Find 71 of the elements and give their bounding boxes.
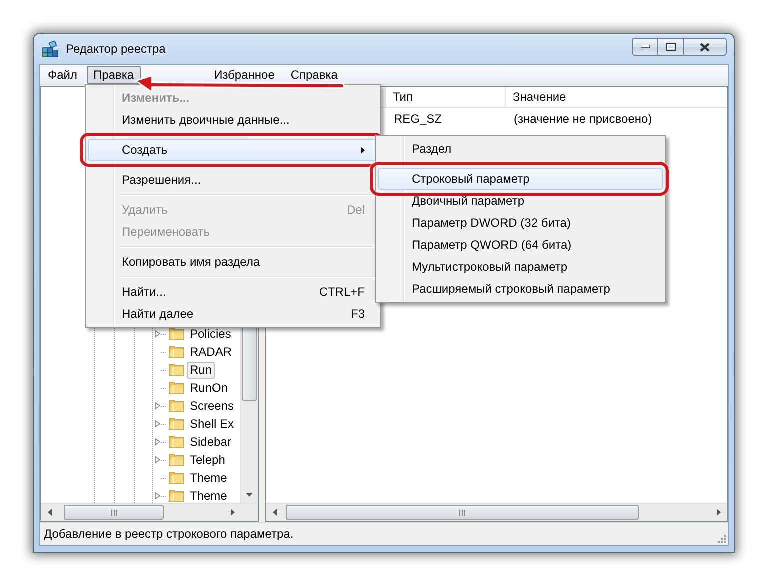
tree-item[interactable]: RunOn — [187, 380, 232, 396]
menu-item[interactable]: Изменить двоичные данные... — [88, 109, 378, 131]
expand-arrow-icon[interactable] — [155, 420, 160, 428]
folder-icon — [169, 346, 184, 358]
menu-bar-item[interactable]: Правка — [86, 66, 142, 84]
menu-item[interactable]: Копировать имя раздела — [88, 251, 378, 273]
tree-item[interactable]: Theme — [187, 470, 230, 486]
menu-item[interactable]: Создать — [88, 139, 378, 161]
menu-item[interactable]: Строковый параметр — [378, 168, 663, 190]
horizontal-scrollbar[interactable] — [266, 503, 727, 521]
scrollbar-thumb[interactable] — [64, 505, 164, 520]
tree-item[interactable]: Shell Ex — [187, 416, 238, 432]
resize-grip-icon[interactable] — [717, 534, 726, 543]
menu-item[interactable]: Найти далее F3 — [88, 303, 378, 325]
shortcut-label: Del — [346, 203, 365, 217]
maximize-icon — [666, 43, 676, 51]
tree-item[interactable]: Teleph — [187, 452, 228, 468]
menu-item[interactable]: Параметр QWORD (64 бита) — [378, 234, 663, 256]
tree-item[interactable]: Sidebar — [187, 434, 234, 450]
horizontal-scrollbar[interactable] — [41, 503, 258, 521]
table-cell-text: REG_SZ — [393, 112, 444, 126]
folder-icon — [169, 472, 184, 484]
menu-item[interactable]: Мультистроковый параметр — [378, 256, 663, 278]
menu-bar-item[interactable]: Файл — [41, 66, 85, 84]
column-header[interactable]: Значение — [506, 87, 727, 107]
folder-icon — [169, 364, 184, 376]
grip-icon — [459, 510, 466, 516]
menu-item[interactable]: Параметр DWORD (32 бита) — [378, 212, 663, 234]
shortcut-label: CTRL+F — [319, 285, 365, 299]
expand-arrow-icon[interactable] — [155, 330, 160, 338]
expand-arrow-icon[interactable] — [155, 456, 160, 464]
scroll-left-icon[interactable] — [272, 509, 276, 516]
tree-item[interactable]: Screens — [187, 398, 238, 414]
folder-icon — [169, 328, 184, 340]
folder-icon — [169, 490, 184, 502]
folder-icon — [169, 418, 184, 430]
expand-arrow-icon[interactable] — [155, 402, 160, 410]
close-button[interactable] — [684, 38, 727, 56]
expand-arrow-icon[interactable] — [155, 492, 160, 500]
scroll-right-icon[interactable] — [230, 509, 234, 516]
status-text: Добавление в реестр строкового параметра. — [44, 527, 294, 541]
scroll-down-icon[interactable] — [246, 492, 253, 496]
menu-bar-item[interactable]: Избранное — [207, 66, 282, 84]
window-title: Редактор реестра — [66, 42, 166, 56]
table-cell-text: (значение не присвоено) — [513, 112, 652, 126]
close-icon — [700, 42, 710, 52]
tree-item[interactable]: Theme — [187, 488, 230, 503]
scroll-left-icon[interactable] — [48, 509, 52, 516]
menu-bar-item[interactable]: Справка — [284, 66, 345, 84]
grip-icon — [110, 510, 118, 516]
minimize-button[interactable] — [632, 38, 658, 56]
folder-icon — [169, 382, 184, 394]
scroll-right-icon[interactable] — [716, 509, 720, 516]
expand-arrow-icon[interactable] — [155, 438, 160, 446]
menu-item[interactable]: Расширяемый строковый параметр — [378, 278, 663, 300]
tree-item[interactable]: RADAR — [187, 344, 236, 360]
folder-icon — [169, 400, 184, 412]
minimize-icon — [640, 45, 650, 49]
tree-item[interactable]: Run — [187, 362, 216, 378]
menu-item[interactable]: Раздел — [378, 138, 663, 160]
column-header[interactable]: Тип — [386, 87, 506, 107]
tree-item[interactable]: Policies — [187, 326, 234, 342]
submenu-arrow-icon — [361, 146, 365, 154]
menu-item[interactable]: Двоичный параметр — [378, 190, 663, 212]
menu-item[interactable]: Найти... CTRL+F — [88, 281, 378, 303]
folder-icon — [169, 436, 184, 448]
maximize-button[interactable] — [658, 38, 684, 56]
shortcut-label: F3 — [350, 307, 365, 321]
folder-icon — [169, 454, 184, 466]
scrollbar-thumb[interactable] — [286, 505, 639, 520]
cubes-icon — [42, 40, 60, 58]
